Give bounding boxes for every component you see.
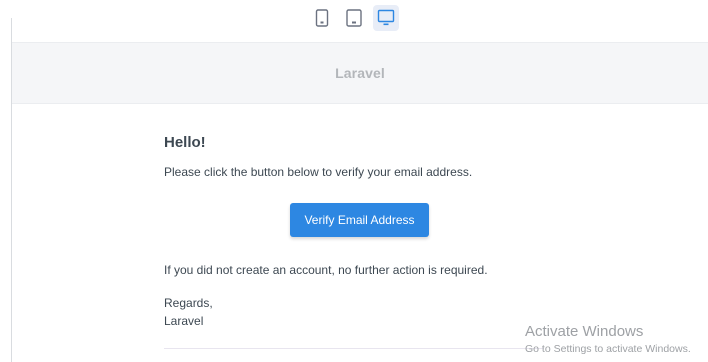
desktop-icon	[377, 9, 395, 26]
desktop-view-button[interactable]	[373, 5, 399, 31]
verify-email-button[interactable]: Verify Email Address	[290, 203, 429, 237]
phone-icon	[315, 9, 329, 27]
footer-divider	[164, 348, 544, 349]
greeting-heading: Hello!	[164, 134, 206, 151]
phone-view-button[interactable]	[309, 5, 335, 31]
signature: Laravel	[164, 314, 204, 328]
email-body: Hello! Please click the button below to …	[12, 104, 708, 362]
device-toolbar	[0, 5, 708, 37]
email-header: Laravel	[12, 42, 708, 104]
salutation-regards: Regards,	[164, 296, 213, 310]
intro-line: Please click the button below to verify …	[164, 165, 473, 179]
salutation: Regards, Laravel	[164, 294, 213, 330]
outro-line: If you did not create an account, no fur…	[164, 263, 488, 277]
tablet-view-button[interactable]	[341, 5, 367, 31]
tablet-icon	[346, 9, 362, 27]
brand-name[interactable]: Laravel	[335, 65, 385, 81]
email-preview-frame: Laravel Hello! Please click the button b…	[0, 0, 708, 362]
